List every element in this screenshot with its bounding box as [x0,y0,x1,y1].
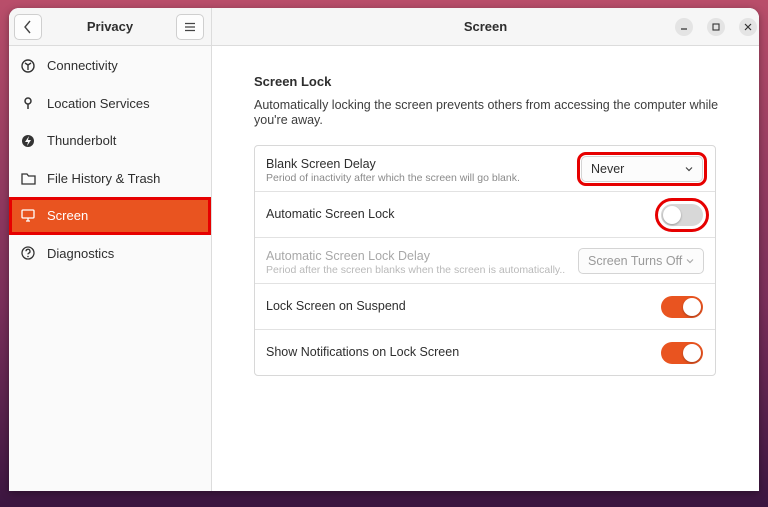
lock-delay-dropdown[interactable]: Screen Turns Off [578,248,704,274]
dropdown-value: Never [591,162,625,176]
question-icon [20,245,36,261]
sidebar-item-thunderbolt[interactable]: Thunderbolt [9,122,211,160]
location-pin-icon [20,95,36,111]
maximize-button[interactable] [707,18,725,36]
chevron-left-icon [24,20,31,34]
lock-screen-on-suspend-toggle[interactable] [661,296,703,318]
automatic-screen-lock-toggle[interactable] [655,198,709,232]
menu-button[interactable] [176,14,204,40]
settings-list: Blank Screen Delay Period of inactivity … [254,145,716,376]
sidebar-item-label: Location Services [47,95,150,111]
minimize-icon [681,28,687,30]
dropdown-value: Screen Turns Off [588,254,683,268]
row-sublabel: Period of inactivity after which the scr… [266,172,520,184]
row-show-notifications-lock-screen: Show Notifications on Lock Screen [255,330,715,375]
section-title: Screen Lock [254,74,332,89]
row-label: Blank Screen Delay [266,157,376,171]
sidebar-nav: Connectivity Location Services Thunderbo… [9,47,211,272]
sidebar-item-label: Screen [47,208,89,224]
row-lock-screen-on-suspend: Lock Screen on Suspend [255,284,715,330]
folder-icon [20,170,36,186]
minimize-button[interactable] [675,18,693,36]
settings-window: Privacy Connectivity Location Services T… [9,8,759,491]
blank-screen-delay-dropdown[interactable]: Never [577,152,707,186]
connectivity-icon [20,58,36,74]
row-automatic-screen-lock: Automatic Screen Lock [255,192,715,238]
sidebar-item-file-history-trash[interactable]: File History & Trash [9,160,211,198]
toggle-knob [663,206,681,224]
toggle-knob [683,344,701,362]
close-button[interactable] [739,18,757,36]
hamburger-menu-icon [185,22,195,32]
maximize-icon [712,23,720,31]
show-notifications-toggle[interactable] [661,342,703,364]
row-blank-screen-delay: Blank Screen Delay Period of inactivity … [255,146,715,192]
sidebar-item-label: Thunderbolt [47,133,117,149]
sidebar-item-location-services[interactable]: Location Services [9,85,211,123]
sidebar-item-diagnostics[interactable]: Diagnostics [9,235,211,273]
thunderbolt-icon [20,133,36,149]
sidebar-title: Privacy [86,19,134,34]
toggle-knob [683,298,701,316]
main-panel: Screen Screen Lock Automatically locking… [212,8,759,491]
row-label: Show Notifications on Lock Screen [266,345,460,359]
sidebar: Privacy Connectivity Location Services T… [9,8,212,491]
monitor-icon [20,208,36,224]
chevron-down-icon [686,259,694,264]
row-label: Lock Screen on Suspend [266,299,406,313]
sidebar-item-connectivity[interactable]: Connectivity [9,47,211,85]
row-automatic-screen-lock-delay: Automatic Screen Lock Delay Period after… [255,238,715,284]
sidebar-item-label: Connectivity [47,58,118,74]
main-header: Screen [212,8,759,46]
sidebar-item-screen[interactable]: Screen [9,197,211,235]
row-label: Automatic Screen Lock Delay [266,249,430,263]
section-description: Automatically locking the screen prevent… [254,98,719,127]
sidebar-item-label: Diagnostics [47,245,115,261]
close-icon [744,23,752,31]
back-button[interactable] [14,14,42,40]
sidebar-item-label: File History & Trash [47,170,161,186]
row-label: Automatic Screen Lock [266,207,395,221]
chevron-down-icon [685,167,693,172]
sidebar-header: Privacy [9,8,211,46]
row-sublabel: Period after the screen blanks when the … [266,264,566,276]
